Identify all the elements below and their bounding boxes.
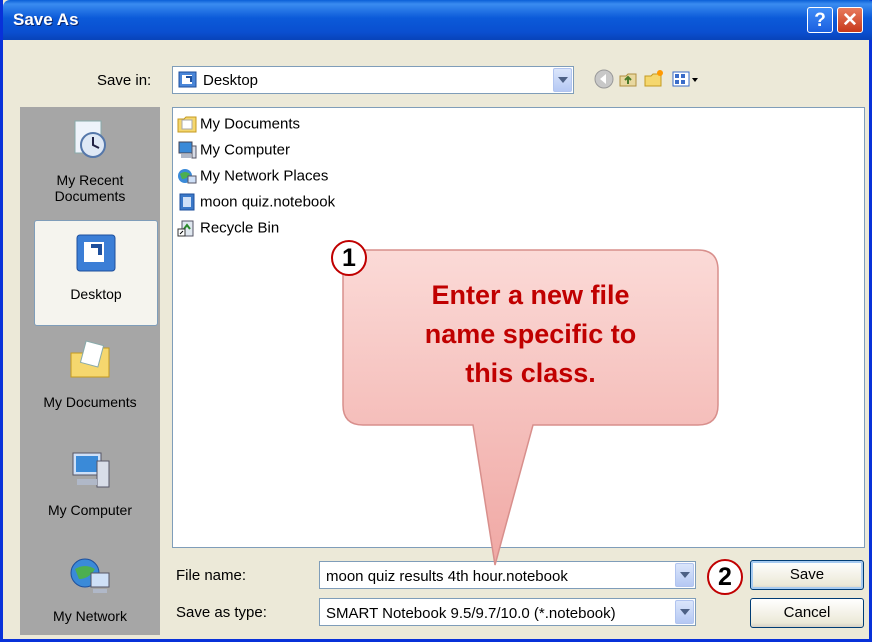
notebook-file-icon (179, 193, 195, 211)
places-label: Desktop (70, 286, 122, 302)
my-computer-icon (72, 452, 110, 488)
my-documents-icon (70, 340, 110, 378)
callout-text: Enter a new file name specific to this c… (343, 276, 718, 393)
places-my-network[interactable]: My Network (20, 553, 160, 624)
save-as-dialog: Save As ? ✕ Save in: Desktop My Recent D… (0, 0, 872, 642)
places-recent-documents[interactable]: My Recent Documents (20, 117, 160, 204)
new-folder-icon[interactable] (643, 68, 665, 90)
desktop-icon (178, 71, 197, 88)
step-badge-1: 1 (331, 240, 367, 276)
step-badge-2: 2 (707, 559, 743, 595)
file-name: My Network Places (200, 167, 329, 185)
places-label: My Documents (43, 394, 137, 410)
back-icon[interactable] (593, 68, 615, 90)
view-menu-icon[interactable] (671, 68, 701, 90)
save-in-dropdown[interactable]: Desktop (172, 66, 574, 94)
recent-documents-icon (74, 120, 106, 158)
list-item[interactable]: My Documents (177, 115, 300, 139)
save-in-label: Save in: (97, 72, 152, 89)
places-desktop[interactable]: Desktop (34, 220, 158, 326)
desktop-icon (76, 234, 116, 272)
computer-icon (178, 141, 197, 159)
list-item[interactable]: My Network Places (177, 167, 328, 191)
help-button[interactable]: ? (807, 7, 833, 33)
list-item[interactable]: moon quiz.notebook (177, 193, 335, 217)
callout-line: name specific to (424, 319, 637, 349)
callout-line: Enter a new file (431, 280, 630, 310)
list-item[interactable]: My Computer (177, 141, 290, 165)
save-type-dropdown[interactable]: SMART Notebook 9.5/9.7/10.0 (*.notebook) (319, 598, 696, 626)
file-name-label: File name: (176, 567, 247, 584)
file-name: Recycle Bin (200, 219, 280, 237)
file-name: My Computer (200, 141, 291, 159)
close-button[interactable]: ✕ (837, 7, 863, 33)
save-type-value: SMART Notebook 9.5/9.7/10.0 (*.notebook) (326, 605, 616, 622)
places-label: Documents (54, 188, 126, 204)
my-network-icon (70, 558, 110, 593)
file-name: My Documents (200, 115, 301, 133)
places-label: My Network (53, 608, 127, 624)
places-label: My Computer (47, 502, 133, 518)
places-my-computer[interactable]: My Computer (20, 447, 160, 518)
title-bar: Save As ? ✕ (3, 0, 872, 40)
folder-icon (177, 116, 197, 133)
chevron-down-icon[interactable] (553, 68, 572, 92)
save-in-value: Desktop (203, 72, 259, 89)
cancel-button[interactable]: Cancel (750, 598, 864, 628)
recycle-bin-icon (177, 220, 194, 237)
up-folder-icon[interactable] (617, 68, 639, 90)
file-name: moon quiz.notebook (200, 193, 336, 211)
chevron-down-icon[interactable] (675, 600, 694, 624)
network-icon (178, 169, 197, 184)
save-type-label: Save as type: (176, 604, 267, 621)
list-item[interactable]: Recycle Bin (177, 219, 279, 243)
places-bar: My Recent Documents Desktop My Documents (20, 107, 160, 635)
places-my-documents[interactable]: My Documents (20, 339, 160, 410)
dialog-title: Save As (13, 10, 79, 29)
save-button[interactable]: Save (750, 560, 864, 590)
callout-line: this class. (465, 358, 596, 388)
places-label: My Recent (56, 172, 124, 188)
